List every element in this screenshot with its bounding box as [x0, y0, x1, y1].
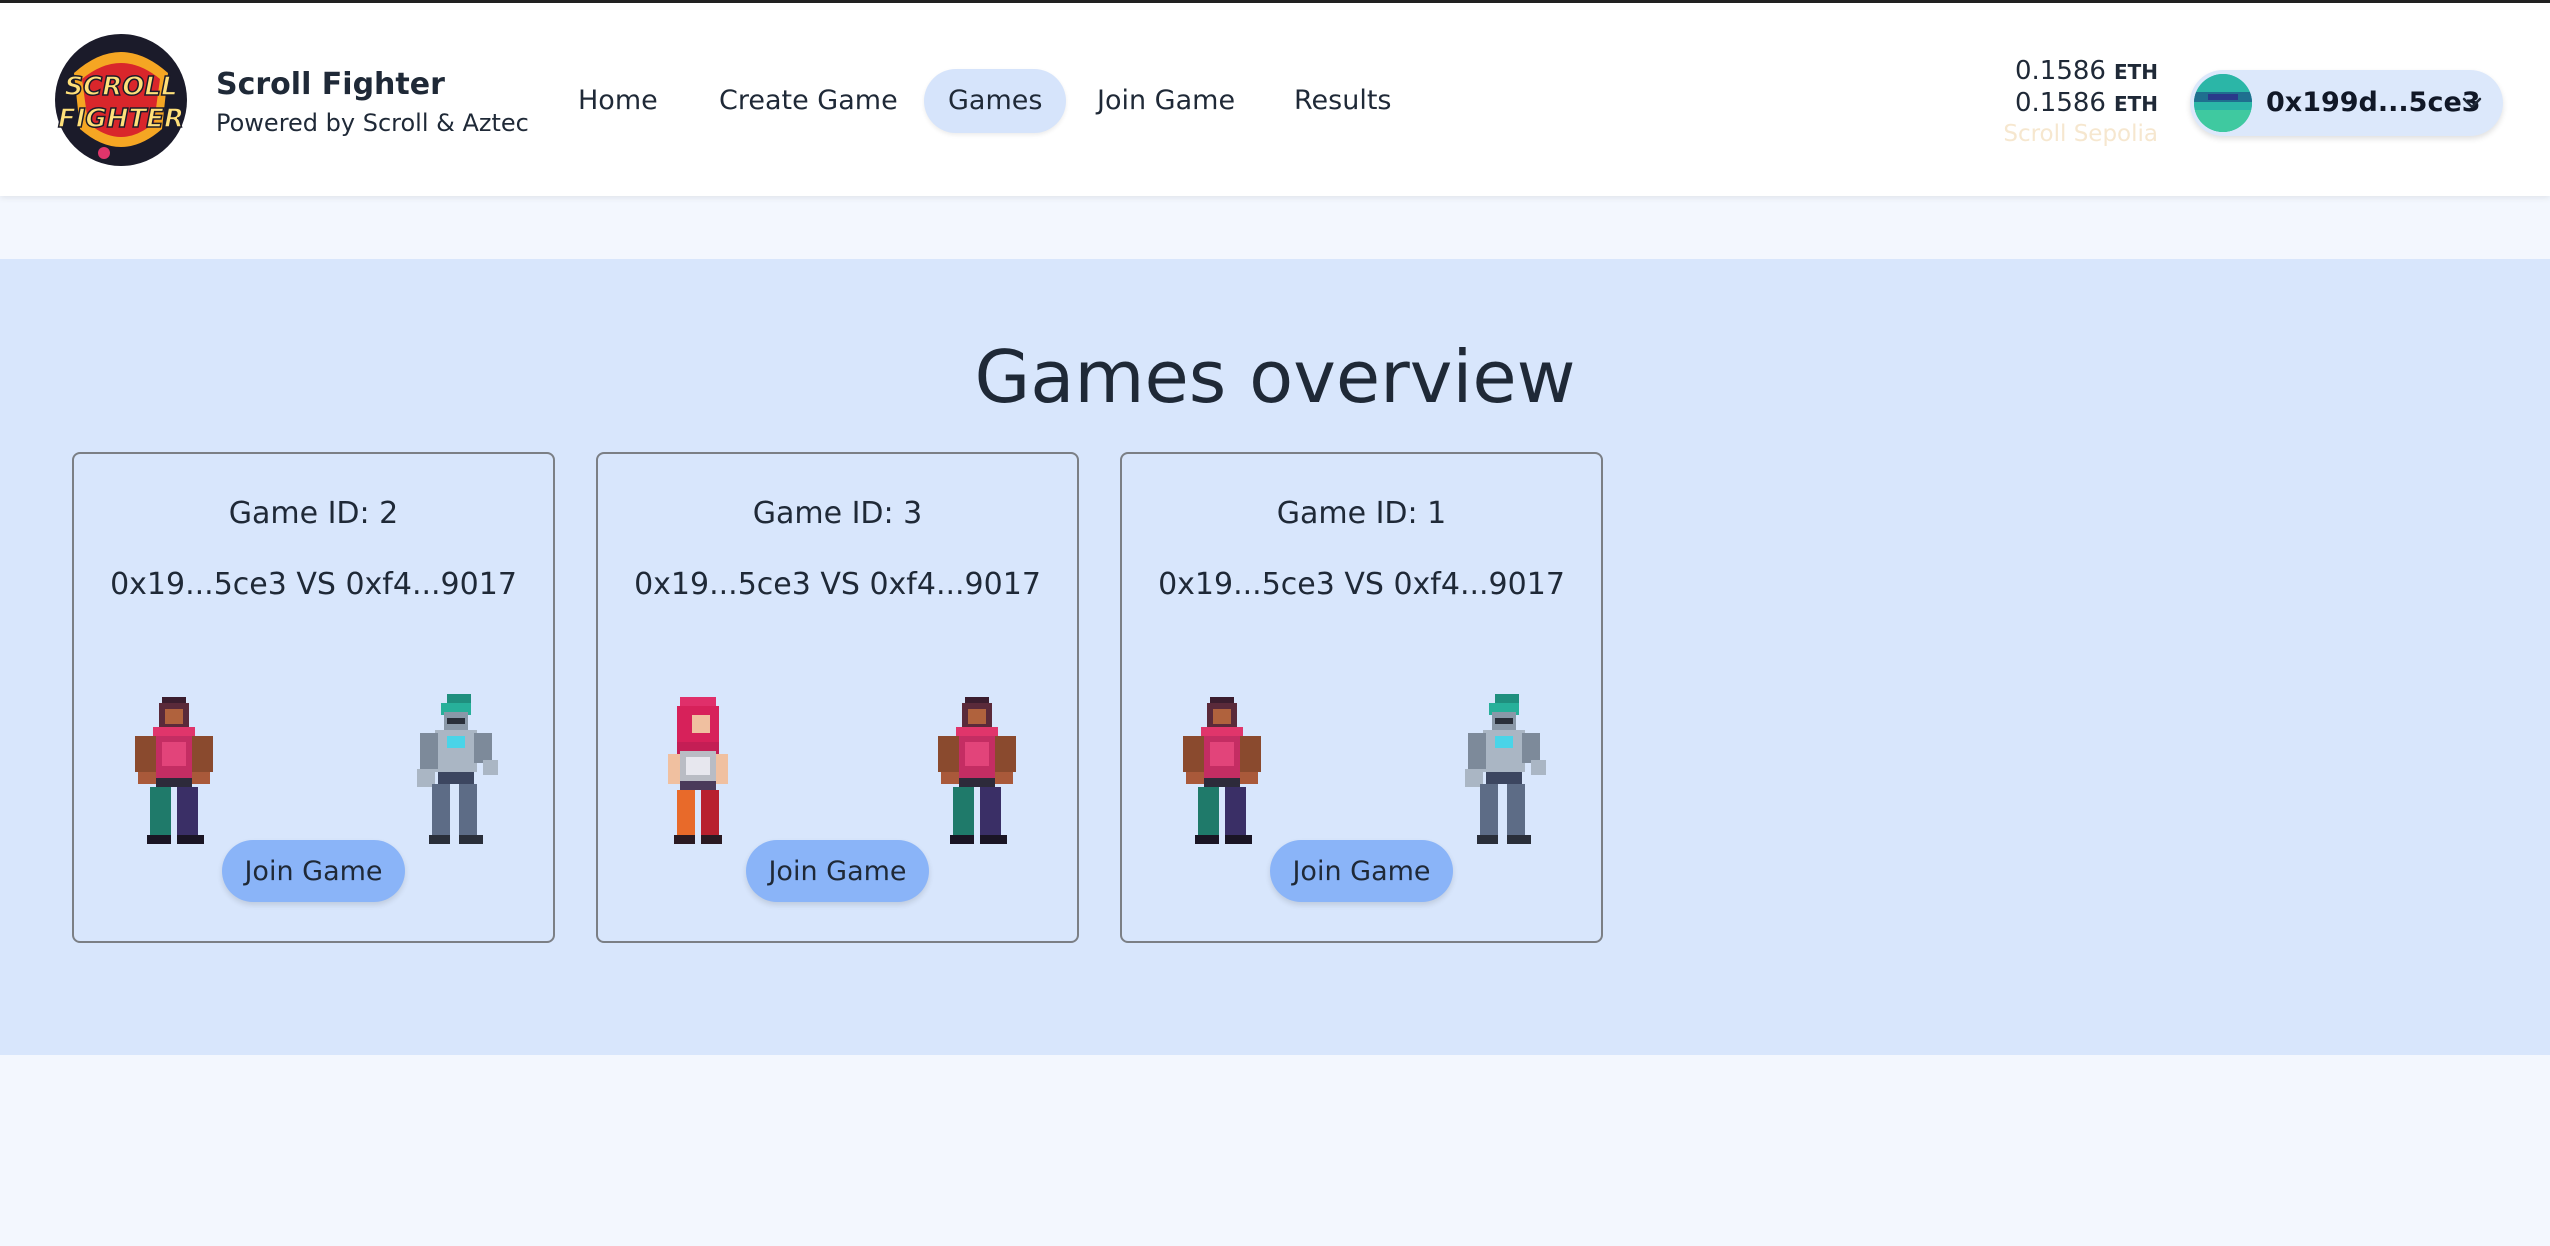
nav-results[interactable]: Results — [1294, 69, 1392, 133]
game-card: Game ID: 3 0x19...5ce3 VS 0xf4...9017 Jo… — [596, 452, 1079, 943]
top-navbar: SCROLL FIGHTER Scroll Fighter Powered by… — [0, 3, 2550, 196]
chevron-down-icon — [2462, 97, 2482, 109]
scroll-fighter-logo[interactable]: SCROLL FIGHTER — [44, 23, 198, 177]
balance-line: 0.1586 ETH — [2003, 55, 2158, 87]
account-address: 0x199d...5ce3 — [2266, 87, 2481, 118]
game-card: Game ID: 1 0x19...5ce3 VS 0xf4...9017 Jo… — [1120, 452, 1603, 943]
game-id: Game ID: 2 — [228, 496, 399, 531]
game-matchup: 0x19...5ce3 VS 0xf4...9017 — [634, 567, 1041, 602]
nav-home[interactable]: Home — [578, 69, 658, 133]
join-game-button[interactable]: Join Game — [746, 840, 929, 902]
fighter-brawler-sprite — [1174, 694, 1270, 844]
fighter-brawler-sprite — [929, 694, 1025, 844]
wallet-balance: 0.1586 ETH 0.1586 ETH Scroll Sepolia — [2003, 55, 2158, 149]
account-button[interactable]: 0x199d...5ce3 — [2190, 70, 2503, 136]
balance-amount: 0.1586 — [2014, 88, 2106, 118]
fighter-brawler-sprite — [126, 694, 222, 844]
nav-create-game[interactable]: Create Game — [719, 69, 898, 133]
game-card: Game ID: 2 0x19...5ce3 VS 0xf4...9017 Jo… — [72, 452, 555, 943]
game-id: Game ID: 3 — [752, 496, 923, 531]
fighter-cyborg-sprite — [405, 694, 501, 844]
brand-title: Scroll Fighter — [216, 67, 445, 102]
fighter-cyborg-sprite — [1453, 694, 1549, 844]
balance-unit: ETH — [2113, 92, 2158, 116]
join-game-button[interactable]: Join Game — [222, 840, 405, 902]
svg-text:FIGHTER: FIGHTER — [58, 104, 184, 134]
join-game-button[interactable]: Join Game — [1270, 840, 1453, 902]
balance-amount: 0.1586 — [2014, 56, 2106, 86]
nav-games[interactable]: Games — [924, 69, 1067, 133]
nav-join-game[interactable]: Join Game — [1097, 69, 1235, 133]
page-title: Games overview — [974, 335, 1576, 419]
brand-subtitle: Powered by Scroll & Aztec — [216, 109, 529, 137]
balance-line: 0.1586 ETH — [2003, 87, 2158, 119]
balance-unit: ETH — [2113, 60, 2158, 84]
game-id: Game ID: 1 — [1276, 496, 1447, 531]
fighter-redhead-sprite — [650, 694, 746, 844]
game-matchup: 0x19...5ce3 VS 0xf4...9017 — [110, 567, 517, 602]
network-name: Scroll Sepolia — [2003, 121, 2158, 147]
game-matchup: 0x19...5ce3 VS 0xf4...9017 — [1158, 567, 1565, 602]
svg-text:SCROLL: SCROLL — [64, 72, 177, 102]
avatar — [2194, 74, 2252, 132]
